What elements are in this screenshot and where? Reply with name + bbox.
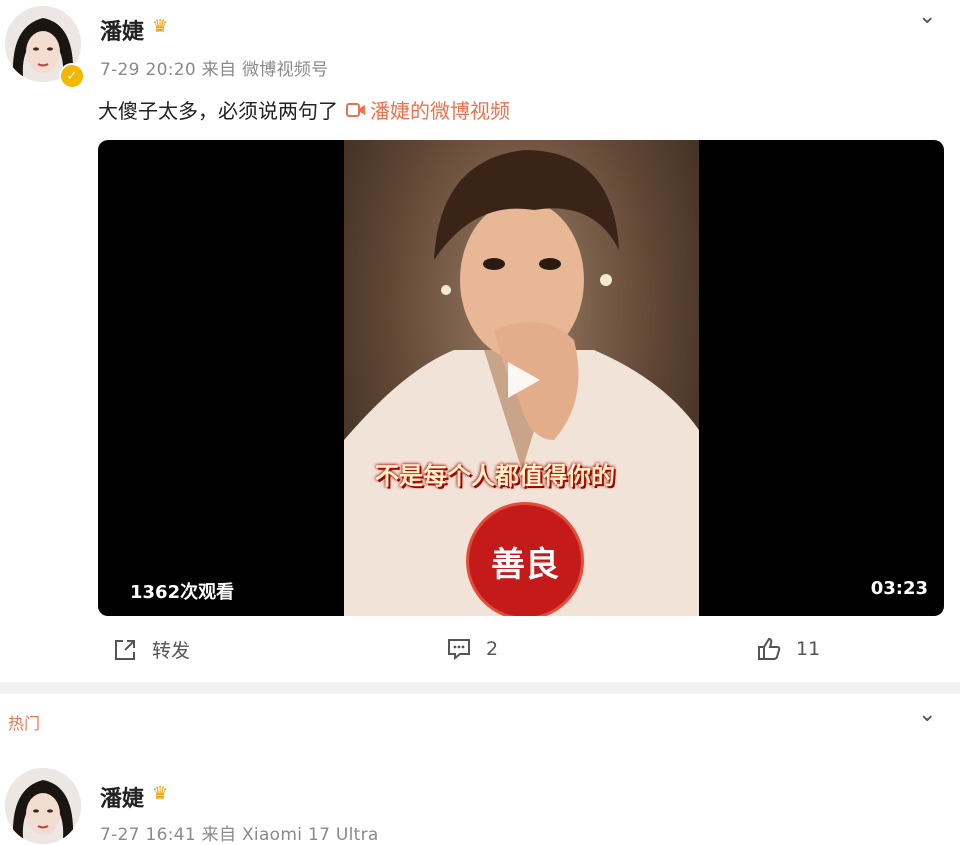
play-icon[interactable] xyxy=(500,358,544,402)
repost-button[interactable]: 转发 xyxy=(112,636,190,663)
avatar[interactable] xyxy=(5,768,81,844)
video-frame: 不是每个人都值得你的 善良 xyxy=(344,140,699,616)
repost-icon xyxy=(112,637,138,663)
view-count: 1362次观看 xyxy=(130,582,235,603)
post-meta: 7-27 16:41 来自 Xiaomi 17 Ultra xyxy=(100,825,379,845)
comment-icon xyxy=(446,636,472,662)
like-icon xyxy=(756,636,782,662)
like-count: 11 xyxy=(796,638,821,660)
crown-icon: ♛ xyxy=(152,16,169,37)
video-player[interactable]: 不是每个人都值得你的 善良 1362次观看 03:23 xyxy=(98,140,944,616)
seal-text: 善良 xyxy=(491,544,559,585)
comment-button[interactable]: 2 xyxy=(446,636,498,662)
repost-label: 转发 xyxy=(152,640,191,662)
author-name[interactable]: 潘婕 xyxy=(100,14,144,46)
video-link[interactable]: 潘婕的微博视频 xyxy=(370,95,510,124)
comment-count: 2 xyxy=(486,638,499,660)
section-label: 热门 xyxy=(8,714,41,733)
chevron-down-icon[interactable]: ⌄ xyxy=(918,4,936,29)
like-button[interactable]: 11 xyxy=(756,636,820,662)
crown-icon: ♛ xyxy=(152,783,169,804)
chevron-down-icon[interactable]: ⌄ xyxy=(918,702,936,727)
video-caption: 不是每个人都值得你的 xyxy=(375,462,615,490)
seal-stamp: 善良 xyxy=(466,502,584,616)
verified-badge-icon: ✓ xyxy=(59,63,85,89)
author-name[interactable]: 潘婕 xyxy=(100,781,144,813)
section-divider xyxy=(0,682,960,694)
video-icon xyxy=(346,102,366,118)
post-text: 大傻子太多，必须说两句了 xyxy=(98,99,338,123)
video-duration: 03:23 xyxy=(870,578,928,599)
post-meta: 7-29 20:20 来自 微博视频号 xyxy=(100,60,329,80)
